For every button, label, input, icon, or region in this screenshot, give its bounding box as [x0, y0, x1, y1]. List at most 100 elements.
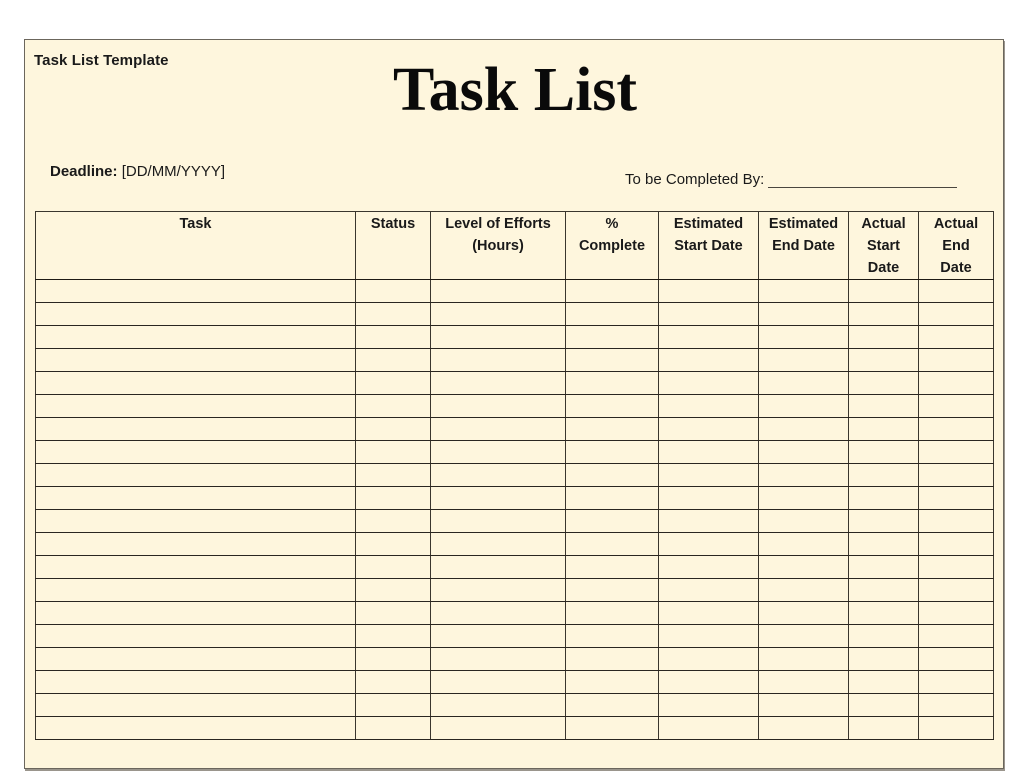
- cell-estimated-end-date[interactable]: [758, 647, 849, 671]
- cell-status[interactable]: [355, 440, 431, 464]
- cell-task[interactable]: [35, 417, 356, 441]
- cell-estimated-start-date[interactable]: [658, 670, 759, 694]
- cell-percent-complete[interactable]: [565, 716, 659, 740]
- cell-actual-start-date[interactable]: [848, 670, 919, 694]
- cell-actual-end-date[interactable]: [918, 716, 994, 740]
- cell-estimated-end-date[interactable]: [758, 348, 849, 372]
- cell-level-of-efforts[interactable]: [430, 302, 566, 326]
- cell-task[interactable]: [35, 440, 356, 464]
- cell-percent-complete[interactable]: [565, 509, 659, 533]
- cell-actual-start-date[interactable]: [848, 325, 919, 349]
- cell-level-of-efforts[interactable]: [430, 348, 566, 372]
- cell-estimated-start-date[interactable]: [658, 716, 759, 740]
- cell-status[interactable]: [355, 463, 431, 487]
- cell-percent-complete[interactable]: [565, 693, 659, 717]
- cell-estimated-end-date[interactable]: [758, 371, 849, 395]
- cell-estimated-start-date[interactable]: [658, 463, 759, 487]
- cell-estimated-start-date[interactable]: [658, 325, 759, 349]
- cell-task[interactable]: [35, 463, 356, 487]
- cell-level-of-efforts[interactable]: [430, 371, 566, 395]
- cell-estimated-end-date[interactable]: [758, 486, 849, 510]
- cell-status[interactable]: [355, 647, 431, 671]
- cell-estimated-end-date[interactable]: [758, 601, 849, 625]
- cell-estimated-end-date[interactable]: [758, 509, 849, 533]
- cell-status[interactable]: [355, 302, 431, 326]
- cell-task[interactable]: [35, 348, 356, 372]
- cell-estimated-end-date[interactable]: [758, 624, 849, 648]
- cell-estimated-start-date[interactable]: [658, 624, 759, 648]
- cell-percent-complete[interactable]: [565, 624, 659, 648]
- cell-task[interactable]: [35, 716, 356, 740]
- cell-actual-end-date[interactable]: [918, 647, 994, 671]
- cell-percent-complete[interactable]: [565, 578, 659, 602]
- cell-level-of-efforts[interactable]: [430, 440, 566, 464]
- cell-actual-end-date[interactable]: [918, 555, 994, 579]
- cell-percent-complete[interactable]: [565, 463, 659, 487]
- cell-actual-start-date[interactable]: [848, 394, 919, 418]
- completed-by-blank-line[interactable]: [768, 173, 958, 188]
- cell-estimated-start-date[interactable]: [658, 302, 759, 326]
- cell-actual-start-date[interactable]: [848, 279, 919, 303]
- cell-actual-end-date[interactable]: [918, 440, 994, 464]
- cell-actual-end-date[interactable]: [918, 693, 994, 717]
- cell-actual-start-date[interactable]: [848, 440, 919, 464]
- cell-actual-start-date[interactable]: [848, 371, 919, 395]
- cell-level-of-efforts[interactable]: [430, 325, 566, 349]
- cell-percent-complete[interactable]: [565, 647, 659, 671]
- cell-percent-complete[interactable]: [565, 601, 659, 625]
- cell-task[interactable]: [35, 394, 356, 418]
- cell-task[interactable]: [35, 693, 356, 717]
- cell-status[interactable]: [355, 670, 431, 694]
- cell-estimated-start-date[interactable]: [658, 371, 759, 395]
- cell-level-of-efforts[interactable]: [430, 509, 566, 533]
- cell-level-of-efforts[interactable]: [430, 578, 566, 602]
- cell-status[interactable]: [355, 325, 431, 349]
- cell-estimated-end-date[interactable]: [758, 716, 849, 740]
- cell-percent-complete[interactable]: [565, 532, 659, 556]
- cell-estimated-start-date[interactable]: [658, 509, 759, 533]
- cell-percent-complete[interactable]: [565, 555, 659, 579]
- cell-level-of-efforts[interactable]: [430, 624, 566, 648]
- cell-level-of-efforts[interactable]: [430, 394, 566, 418]
- cell-actual-end-date[interactable]: [918, 417, 994, 441]
- cell-actual-start-date[interactable]: [848, 417, 919, 441]
- cell-estimated-end-date[interactable]: [758, 463, 849, 487]
- cell-actual-end-date[interactable]: [918, 601, 994, 625]
- cell-status[interactable]: [355, 578, 431, 602]
- cell-estimated-start-date[interactable]: [658, 555, 759, 579]
- cell-status[interactable]: [355, 486, 431, 510]
- cell-actual-end-date[interactable]: [918, 371, 994, 395]
- cell-estimated-end-date[interactable]: [758, 325, 849, 349]
- cell-estimated-end-date[interactable]: [758, 440, 849, 464]
- cell-actual-end-date[interactable]: [918, 670, 994, 694]
- cell-task[interactable]: [35, 509, 356, 533]
- cell-actual-end-date[interactable]: [918, 279, 994, 303]
- cell-status[interactable]: [355, 417, 431, 441]
- cell-actual-end-date[interactable]: [918, 463, 994, 487]
- cell-estimated-start-date[interactable]: [658, 486, 759, 510]
- cell-actual-end-date[interactable]: [918, 578, 994, 602]
- cell-task[interactable]: [35, 532, 356, 556]
- cell-status[interactable]: [355, 394, 431, 418]
- cell-percent-complete[interactable]: [565, 302, 659, 326]
- cell-task[interactable]: [35, 578, 356, 602]
- cell-task[interactable]: [35, 624, 356, 648]
- cell-level-of-efforts[interactable]: [430, 417, 566, 441]
- cell-estimated-end-date[interactable]: [758, 394, 849, 418]
- cell-level-of-efforts[interactable]: [430, 601, 566, 625]
- cell-percent-complete[interactable]: [565, 486, 659, 510]
- cell-actual-start-date[interactable]: [848, 486, 919, 510]
- cell-estimated-start-date[interactable]: [658, 532, 759, 556]
- cell-task[interactable]: [35, 325, 356, 349]
- cell-level-of-efforts[interactable]: [430, 532, 566, 556]
- cell-estimated-end-date[interactable]: [758, 532, 849, 556]
- cell-actual-start-date[interactable]: [848, 578, 919, 602]
- cell-actual-start-date[interactable]: [848, 555, 919, 579]
- cell-estimated-end-date[interactable]: [758, 693, 849, 717]
- cell-percent-complete[interactable]: [565, 279, 659, 303]
- cell-estimated-end-date[interactable]: [758, 578, 849, 602]
- cell-percent-complete[interactable]: [565, 670, 659, 694]
- cell-estimated-start-date[interactable]: [658, 440, 759, 464]
- cell-actual-end-date[interactable]: [918, 532, 994, 556]
- cell-actual-start-date[interactable]: [848, 509, 919, 533]
